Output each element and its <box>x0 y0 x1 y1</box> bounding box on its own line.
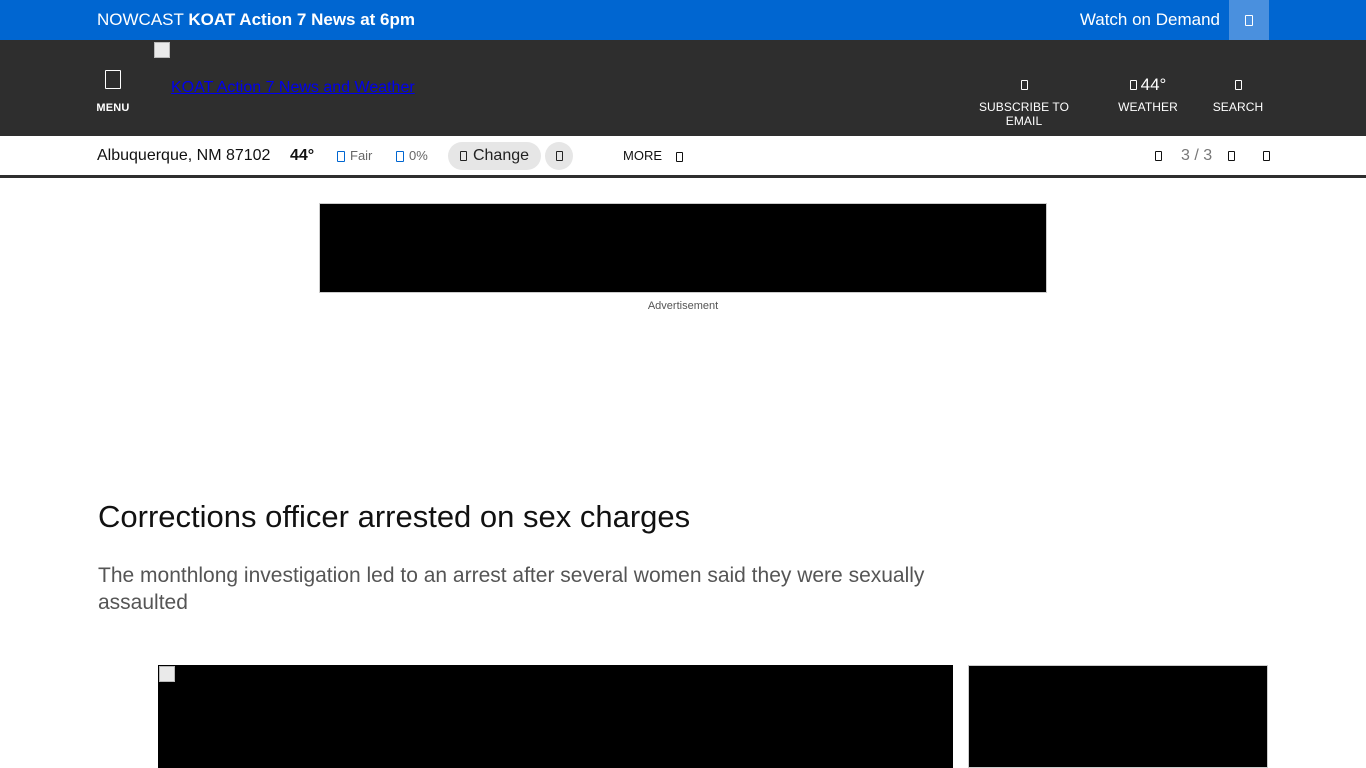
menu-button[interactable]: MENU <box>93 70 133 114</box>
weather-label: WEATHER <box>1118 100 1178 114</box>
watch-on-demand-button[interactable] <box>1229 0 1269 40</box>
condition: Fair <box>337 136 372 175</box>
alerts-pager-count: 3 / 3 <box>1181 147 1213 164</box>
advertisement-banner[interactable] <box>319 203 1047 293</box>
sidebar-advertisement[interactable] <box>968 665 1268 768</box>
sun-icon <box>337 151 345 163</box>
advertisement-label: Advertisement <box>647 300 719 312</box>
broken-image-icon <box>159 666 175 682</box>
condition-text: Fair <box>350 148 373 163</box>
nowcast-prefix: NOWCAST <box>97 10 184 29</box>
cloud-icon <box>1129 79 1137 90</box>
subscribe-label: SUBSCRIBE TO EMAIL <box>978 100 1070 128</box>
weather-bar: Albuquerque, NM 87102 44° Fair 0% Change… <box>0 136 1366 178</box>
location-pin-icon <box>459 151 467 161</box>
search-button[interactable]: SEARCH <box>1212 74 1264 114</box>
alerts-prev-button[interactable] <box>1155 136 1162 175</box>
subscribe-email-button[interactable]: SUBSCRIBE TO EMAIL <box>960 74 1088 128</box>
precipitation: 0% <box>396 136 428 175</box>
article-video-player[interactable] <box>158 665 953 768</box>
envelope-icon <box>1020 79 1028 90</box>
nowcast-link[interactable]: NOWCAST KOAT Action 7 News at 6pm <box>97 0 415 40</box>
close-icon <box>1263 150 1270 161</box>
crosshair-icon <box>555 151 563 161</box>
chevron-left-icon <box>1155 150 1162 161</box>
search-label: SEARCH <box>1212 100 1264 114</box>
raindrop-icon <box>396 151 404 163</box>
geolocate-button[interactable] <box>545 142 573 170</box>
more-button[interactable]: MORE <box>623 136 688 175</box>
precip-text: 0% <box>409 148 428 163</box>
site-header: MENU KOAT Action 7 News and Weather SUBS… <box>0 40 1366 136</box>
search-icon <box>1234 79 1242 90</box>
nowcast-title: KOAT Action 7 News at 6pm <box>188 10 416 29</box>
change-location-button[interactable]: Change <box>448 142 541 170</box>
menu-label: MENU <box>96 102 130 114</box>
article-headline: Corrections officer arrested on sex char… <box>98 499 691 534</box>
chevron-down-icon <box>676 151 683 162</box>
weather-button[interactable]: 44° WEATHER <box>1118 74 1178 114</box>
nowcast-bar: NOWCAST KOAT Action 7 News at 6pm Watch … <box>0 0 1366 40</box>
play-icon <box>1245 14 1253 26</box>
more-label: MORE <box>623 148 662 163</box>
chevron-right-icon <box>1228 150 1235 161</box>
change-label: Change <box>472 147 530 164</box>
logo-image[interactable] <box>154 42 170 58</box>
alerts-next-button[interactable] <box>1228 136 1235 175</box>
article-dek: The monthlong investigation led to an ar… <box>98 564 925 614</box>
location-text: Albuquerque, NM 87102 <box>97 147 271 164</box>
watch-on-demand-link[interactable]: Watch on Demand <box>1080 0 1220 40</box>
header-temperature: 44° <box>1140 74 1167 94</box>
alerts-close-button[interactable] <box>1263 136 1270 175</box>
logo-link[interactable]: KOAT Action 7 News and Weather <box>171 79 415 97</box>
current-temperature: 44° <box>290 147 315 164</box>
menu-icon <box>105 70 121 89</box>
